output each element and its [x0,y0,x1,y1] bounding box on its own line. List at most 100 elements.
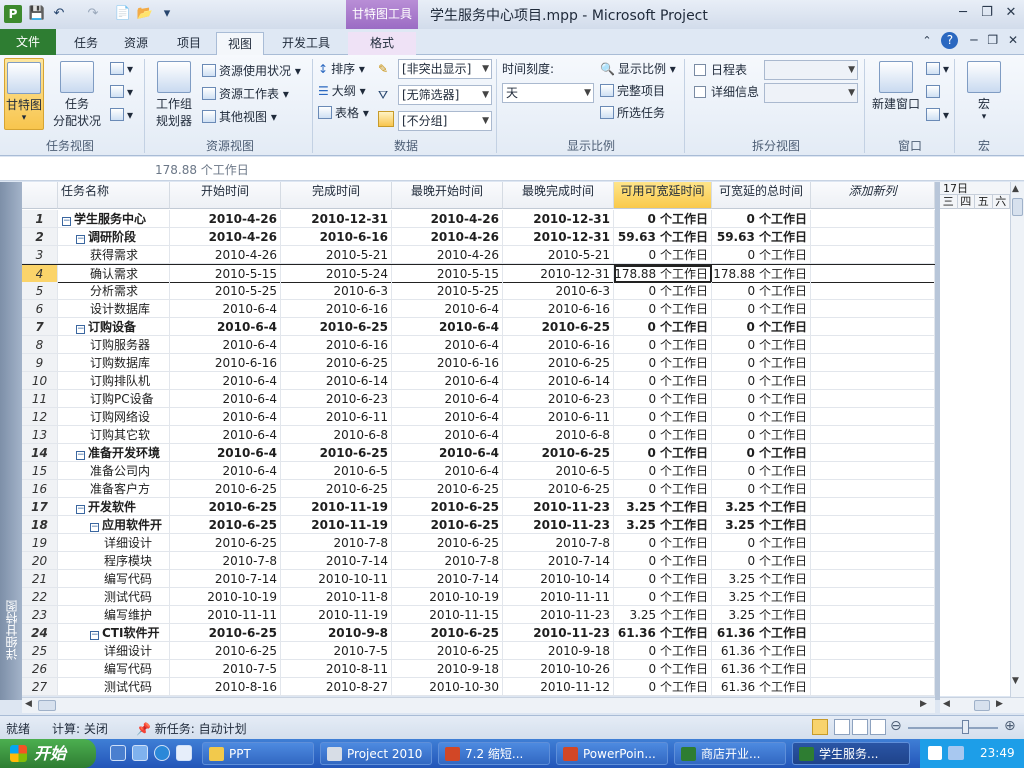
add-new-column-cell[interactable] [811,228,935,246]
scrollbar-thumb[interactable] [974,700,990,711]
late-finish-cell[interactable]: 2010-12-31 [503,228,614,246]
free-slack-cell[interactable]: 0 个工作日 [614,426,712,444]
task-row[interactable]: 6 设计数据库 2010-6-4 2010-6-16 2010-6-4 2010-6-16… [22,300,935,318]
total-slack-cell[interactable]: 0 个工作日 [712,246,811,264]
column-header-free-slack[interactable]: 可用可宽延时间 [614,182,712,209]
task-name-cell[interactable]: 详细设计 [58,534,170,552]
late-finish-cell[interactable]: 2010-6-25 [503,444,614,462]
task-row[interactable]: 11 订购PC设备 2010-6-4 2010-6-23 2010-6-4 2010-6-… [22,390,935,408]
add-new-column-cell[interactable] [811,426,935,444]
gantt-view-shortcut-icon[interactable] [812,719,828,735]
late-finish-cell[interactable]: 2010-11-23 [503,516,614,534]
gantt-chart-button[interactable]: 甘特图 ▾ [4,58,44,130]
collapse-toggle-icon[interactable]: − [90,523,99,532]
start-cell[interactable]: 2010-5-25 [170,282,281,300]
late-start-cell[interactable]: 2010-6-25 [392,534,503,552]
late-start-cell[interactable]: 2010-6-4 [392,300,503,318]
row-id-cell[interactable]: 10 [22,372,58,390]
late-start-cell[interactable]: 2010-6-4 [392,318,503,336]
add-new-column-cell[interactable] [811,318,935,336]
row-id-cell[interactable]: 26 [22,660,58,678]
total-slack-cell[interactable]: 3.25 个工作日 [712,498,811,516]
start-cell[interactable]: 2010-6-4 [170,372,281,390]
task-row[interactable]: 2− 调研阶段 2010-4-26 2010-6-16 2010-4-26 2010-12… [22,228,935,246]
finish-cell[interactable]: 2010-7-14 [281,552,392,570]
task-row[interactable]: 17− 开发软件 2010-6-25 2010-11-19 2010-6-25 2010-… [22,498,935,516]
start-cell[interactable]: 2010-8-16 [170,678,281,696]
add-new-column-cell[interactable] [811,552,935,570]
add-new-column-cell[interactable] [811,534,935,552]
task-name-cell[interactable]: 设计数据库 [58,300,170,318]
help-icon[interactable]: ? [941,32,959,49]
start-cell[interactable]: 2010-6-25 [170,516,281,534]
free-slack-cell[interactable]: 0 个工作日 [614,534,712,552]
late-start-cell[interactable]: 2010-5-25 [392,282,503,300]
zoom-slider[interactable] [908,727,998,729]
row-id-cell[interactable]: 16 [22,480,58,498]
task-row[interactable]: 15 准备公司内 2010-6-4 2010-6-5 2010-6-4 2010-6-5 0… [22,462,935,480]
task-name-cell[interactable]: 准备公司内 [58,462,170,480]
start-cell[interactable]: 2010-6-4 [170,444,281,462]
task-row[interactable]: 10 订购排队机 2010-6-4 2010-6-14 2010-6-4 2010-6-1… [22,372,935,390]
free-slack-cell[interactable]: 0 个工作日 [614,390,712,408]
task-name-cell[interactable]: 程序模块 [58,552,170,570]
task-row[interactable]: 22 测试代码 2010-10-19 2010-11-8 2010-10-19 2010-… [22,588,935,606]
taskbar-item-store-opening[interactable]: 商店开业... [674,742,786,765]
late-start-cell[interactable]: 2010-6-4 [392,336,503,354]
finish-cell[interactable]: 2010-6-23 [281,390,392,408]
finish-cell[interactable]: 2010-7-8 [281,534,392,552]
scroll-right-icon[interactable]: ▶ [996,699,1003,709]
row-id-cell[interactable]: 9 [22,354,58,372]
start-cell[interactable]: 2010-11-11 [170,606,281,624]
redo-icon[interactable]: ↷ [84,5,102,23]
total-slack-cell[interactable]: 61.36 个工作日 [712,642,811,660]
resource-usage-button[interactable]: 资源使用状况 ▾ [202,61,301,81]
late-finish-cell[interactable]: 2010-11-12 [503,678,614,696]
scroll-left-icon[interactable]: ◀ [25,699,32,709]
free-slack-cell[interactable]: 0 个工作日 [614,570,712,588]
late-start-cell[interactable]: 2010-7-8 [392,552,503,570]
task-row[interactable]: 27 测试代码 2010-8-16 2010-8-27 2010-10-30 2010-1… [22,678,935,696]
add-new-column-cell[interactable] [811,354,935,372]
task-row[interactable]: 1− 学生服务中心 2010-4-26 2010-12-31 2010-4-26 2010… [22,210,935,228]
free-slack-cell[interactable]: 0 个工作日 [614,678,712,696]
row-id-cell[interactable]: 23 [22,606,58,624]
project-app-icon[interactable]: P [4,5,22,23]
late-start-cell[interactable]: 2010-4-26 [392,246,503,264]
select-all-corner[interactable] [22,182,58,209]
task-name-cell[interactable]: − 开发软件 [58,498,170,516]
total-slack-cell[interactable]: 0 个工作日 [712,354,811,372]
status-new-tasks[interactable]: 📌 新任务: 自动计划 [136,720,247,737]
late-start-cell[interactable]: 2010-5-15 [392,265,503,283]
taskbar-item-project-2010[interactable]: Project 2010 [320,742,432,765]
start-cell[interactable]: 2010-6-4 [170,300,281,318]
total-slack-cell[interactable]: 61.36 个工作日 [712,660,811,678]
late-start-cell[interactable]: 2010-4-26 [392,228,503,246]
row-id-cell[interactable]: 15 [22,462,58,480]
other-task-views-button[interactable]: ▾ [110,105,133,125]
task-name-cell[interactable]: 订购服务器 [58,336,170,354]
free-slack-cell[interactable]: 178.88 个工作日 [614,265,712,283]
start-cell[interactable]: 2010-5-15 [170,265,281,283]
late-start-cell[interactable]: 2010-6-4 [392,372,503,390]
late-start-cell[interactable]: 2010-9-18 [392,660,503,678]
total-slack-cell[interactable]: 61.36 个工作日 [712,678,811,696]
late-start-cell[interactable]: 2010-10-30 [392,678,503,696]
collapse-toggle-icon[interactable]: − [76,325,85,334]
late-finish-cell[interactable]: 2010-7-14 [503,552,614,570]
late-start-cell[interactable]: 2010-10-19 [392,588,503,606]
late-finish-cell[interactable]: 2010-6-25 [503,480,614,498]
timescale-combo[interactable]: 天 ▼ [502,83,594,103]
finish-cell[interactable]: 2010-6-14 [281,372,392,390]
internet-explorer-icon[interactable] [154,745,170,761]
task-name-cell[interactable]: − CTI软件开 [58,624,170,642]
row-id-cell[interactable]: 24 [22,624,58,642]
task-row[interactable]: 18− 应用软件开 2010-6-25 2010-11-19 2010-6-25 2010… [22,516,935,534]
late-finish-cell[interactable]: 2010-10-14 [503,570,614,588]
task-row[interactable]: 19 详细设计 2010-6-25 2010-7-8 2010-6-25 2010-7-8… [22,534,935,552]
keyboard-icon[interactable] [928,746,942,760]
taskbar-item-ppt-folder[interactable]: PPT [202,742,314,765]
task-row[interactable]: 20 程序模块 2010-7-8 2010-7-14 2010-7-8 2010-7-14… [22,552,935,570]
outline-button[interactable]: ☰ 大纲 ▾ [318,81,366,101]
arrange-all-button[interactable] [926,82,943,102]
